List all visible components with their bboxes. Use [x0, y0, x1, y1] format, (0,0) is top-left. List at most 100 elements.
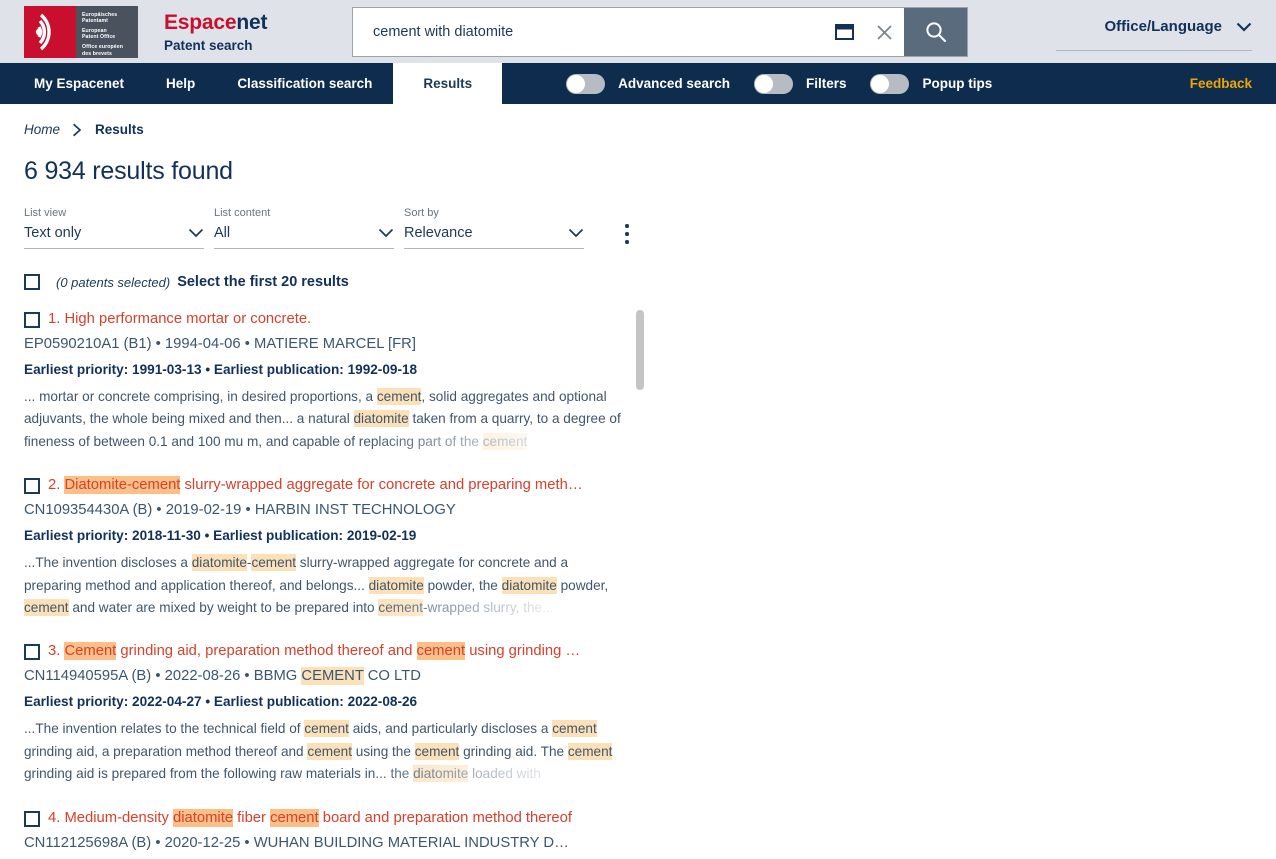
text-run: powder, the — [423, 577, 502, 593]
app-header: Europäisches Patentamt European Patent Off… — [0, 0, 1276, 63]
close-icon[interactable] — [864, 8, 904, 56]
sort-by-select[interactable]: Sort by Relevance — [404, 207, 584, 249]
epo-logo-mark — [24, 5, 76, 58]
brand-subtitle: Patent search — [164, 37, 253, 53]
toggle-knob — [754, 74, 773, 93]
result-checkbox[interactable] — [24, 644, 40, 661]
search-input[interactable] — [353, 8, 824, 56]
kebab-menu-icon[interactable] — [616, 221, 638, 247]
highlight-term: cement — [24, 599, 69, 617]
nav-item-results[interactable]: Results — [393, 63, 503, 104]
result-dates: Earliest priority: 2018-11-30 • Earliest… — [24, 528, 417, 544]
text-run: slurry-wrapped aggregate for concrete an… — [180, 477, 583, 494]
text-run: grinding aid, preparation method thereof… — [116, 643, 417, 660]
highlight-term: Cement — [64, 642, 117, 661]
text-run: loaded with — [468, 766, 541, 782]
result-dates: Earliest priority: 2022-04-27 • Earliest… — [24, 694, 418, 710]
chevron-down-icon — [378, 228, 394, 238]
result-meta: CN114940595A (B) • 2022-08-26 • BBMG CEM… — [24, 666, 644, 686]
sort-by-select-box[interactable]: Relevance — [404, 225, 584, 249]
nav-item-classification-search[interactable]: Classification search — [216, 63, 393, 104]
highlight-term: diatomite — [353, 410, 409, 428]
toggle-filters[interactable]: Filters — [730, 63, 847, 104]
epo-logo[interactable]: Europäisches Patentamt European Patent Off… — [24, 5, 138, 58]
list-content-select[interactable]: List content All — [214, 207, 394, 249]
result-title[interactable]: 1. High performance mortar or concrete. — [48, 310, 311, 329]
toggle-label: Filters — [805, 76, 847, 91]
brand-title: Espacenet — [164, 11, 267, 35]
main-content: Home Results 6 934 results found List vi… — [0, 122, 1276, 859]
highlight-term: diatomite — [501, 576, 557, 594]
brand-title-espace: Espace — [164, 10, 237, 34]
select-all-checkbox[interactable] — [24, 274, 40, 290]
text-run: grinding aid. The — [459, 743, 568, 759]
highlight-term: CEMENT — [301, 667, 364, 686]
list-content-value: All — [214, 225, 231, 241]
text-run: ... mortar or concrete comprising, in de… — [24, 389, 377, 404]
nav-item-help[interactable]: Help — [145, 63, 216, 104]
result-checkbox[interactable] — [24, 478, 40, 495]
highlight-term: diatomite — [191, 554, 247, 572]
feedback-link[interactable]: Feedback — [1190, 63, 1252, 104]
text-run: and water are mixed by weight to be prep… — [68, 600, 379, 616]
select-first-20-label[interactable]: Select the first 20 results — [177, 274, 349, 290]
toggle-switch[interactable] — [753, 73, 793, 94]
sort-by-label: Sort by — [404, 207, 439, 219]
result-title-row: 4. Medium-density diatomite fiber cement… — [24, 808, 644, 828]
text-run: grinding aid is prepared from the follow… — [24, 766, 414, 782]
text-run: CN114940595A (B) • 2022-08-26 • BBMG — [24, 668, 302, 685]
result-title[interactable]: 3. Cement grinding aid, preparation meth… — [48, 642, 580, 661]
list-view-select-box[interactable]: Text only — [24, 225, 204, 249]
breadcrumb-home[interactable]: Home — [24, 122, 60, 137]
brand-title-net: net — [236, 10, 268, 34]
chevron-down-icon — [1236, 22, 1252, 32]
feedback-label: Feedback — [1189, 76, 1252, 91]
logo-line-fr-2: des brevets — [82, 50, 112, 57]
chevron-down-icon — [568, 228, 584, 238]
result-abstract: ...The invention relates to the technica… — [24, 718, 624, 786]
text-run: grinding aid, a preparation method there… — [24, 743, 308, 759]
main-nav: My Espacenet Help Classification search … — [0, 63, 1276, 104]
result-title[interactable]: 4. Medium-density diatomite fiber cement… — [48, 808, 572, 828]
window-icon[interactable] — [824, 8, 864, 56]
breadcrumb-current: Results — [95, 122, 144, 137]
list-view-select[interactable]: List view Text only — [24, 207, 204, 249]
nav-item-my-espacenet[interactable]: My Espacenet — [0, 63, 145, 104]
highlight-term: cement — [552, 720, 597, 738]
result-meta: CN109354430A (B) • 2019-02-19 • HARBIN I… — [24, 502, 456, 519]
toggle-switch[interactable] — [566, 73, 606, 94]
office-language-underline — [1056, 50, 1252, 51]
result-meta: EP0590210A1 (B1) • 1994-04-06 • MATIERE … — [24, 336, 416, 352]
result-number: 3. — [48, 643, 61, 660]
highlight-term: cement — [251, 554, 297, 572]
result-meta: CN112125698A (B) • 2020-12-25 • WUHAN BU… — [24, 834, 569, 851]
result-title[interactable]: 2. Diatomite-cement slurry-wrapped aggre… — [48, 476, 583, 495]
toggle-label: Advanced search — [618, 76, 730, 91]
sort-by-value: Relevance — [404, 225, 473, 241]
search-button[interactable] — [904, 8, 967, 56]
text-run: using the — [351, 743, 415, 759]
result-title-row: 2. Diatomite-cement slurry-wrapped aggre… — [24, 476, 644, 495]
selected-count: (0 patents selected) — [56, 274, 171, 290]
result-checkbox[interactable] — [24, 810, 40, 827]
text-run: CO LTD — [363, 668, 421, 685]
result-checkbox[interactable] — [24, 312, 40, 328]
list-content-label: List content — [214, 207, 271, 219]
result-number: 1. — [48, 311, 61, 327]
office-language-selector[interactable]: Office/Language — [1104, 18, 1252, 35]
toggle-knob — [567, 74, 586, 93]
list-content-select-box[interactable]: All — [214, 225, 394, 249]
highlight-term: cement — [304, 720, 349, 738]
highlight-term: cement — [416, 642, 466, 661]
result-dates: Earliest priority: 1991-03-13 • Earliest… — [24, 362, 418, 377]
results-scrollbar-track[interactable] — [636, 310, 644, 859]
highlight-term: cement — [414, 742, 460, 760]
highlight-term: diatomite — [173, 808, 234, 827]
toggle-popup-tips[interactable]: Popup tips — [846, 63, 992, 104]
chevron-down-icon — [188, 228, 204, 238]
results-scrollbar-thumb[interactable] — [636, 310, 644, 390]
toggle-advanced-search[interactable]: Advanced search — [502, 63, 730, 104]
highlight-term: cement — [482, 432, 528, 450]
text-run: powder, — [556, 577, 609, 593]
toggle-switch[interactable] — [870, 73, 910, 94]
